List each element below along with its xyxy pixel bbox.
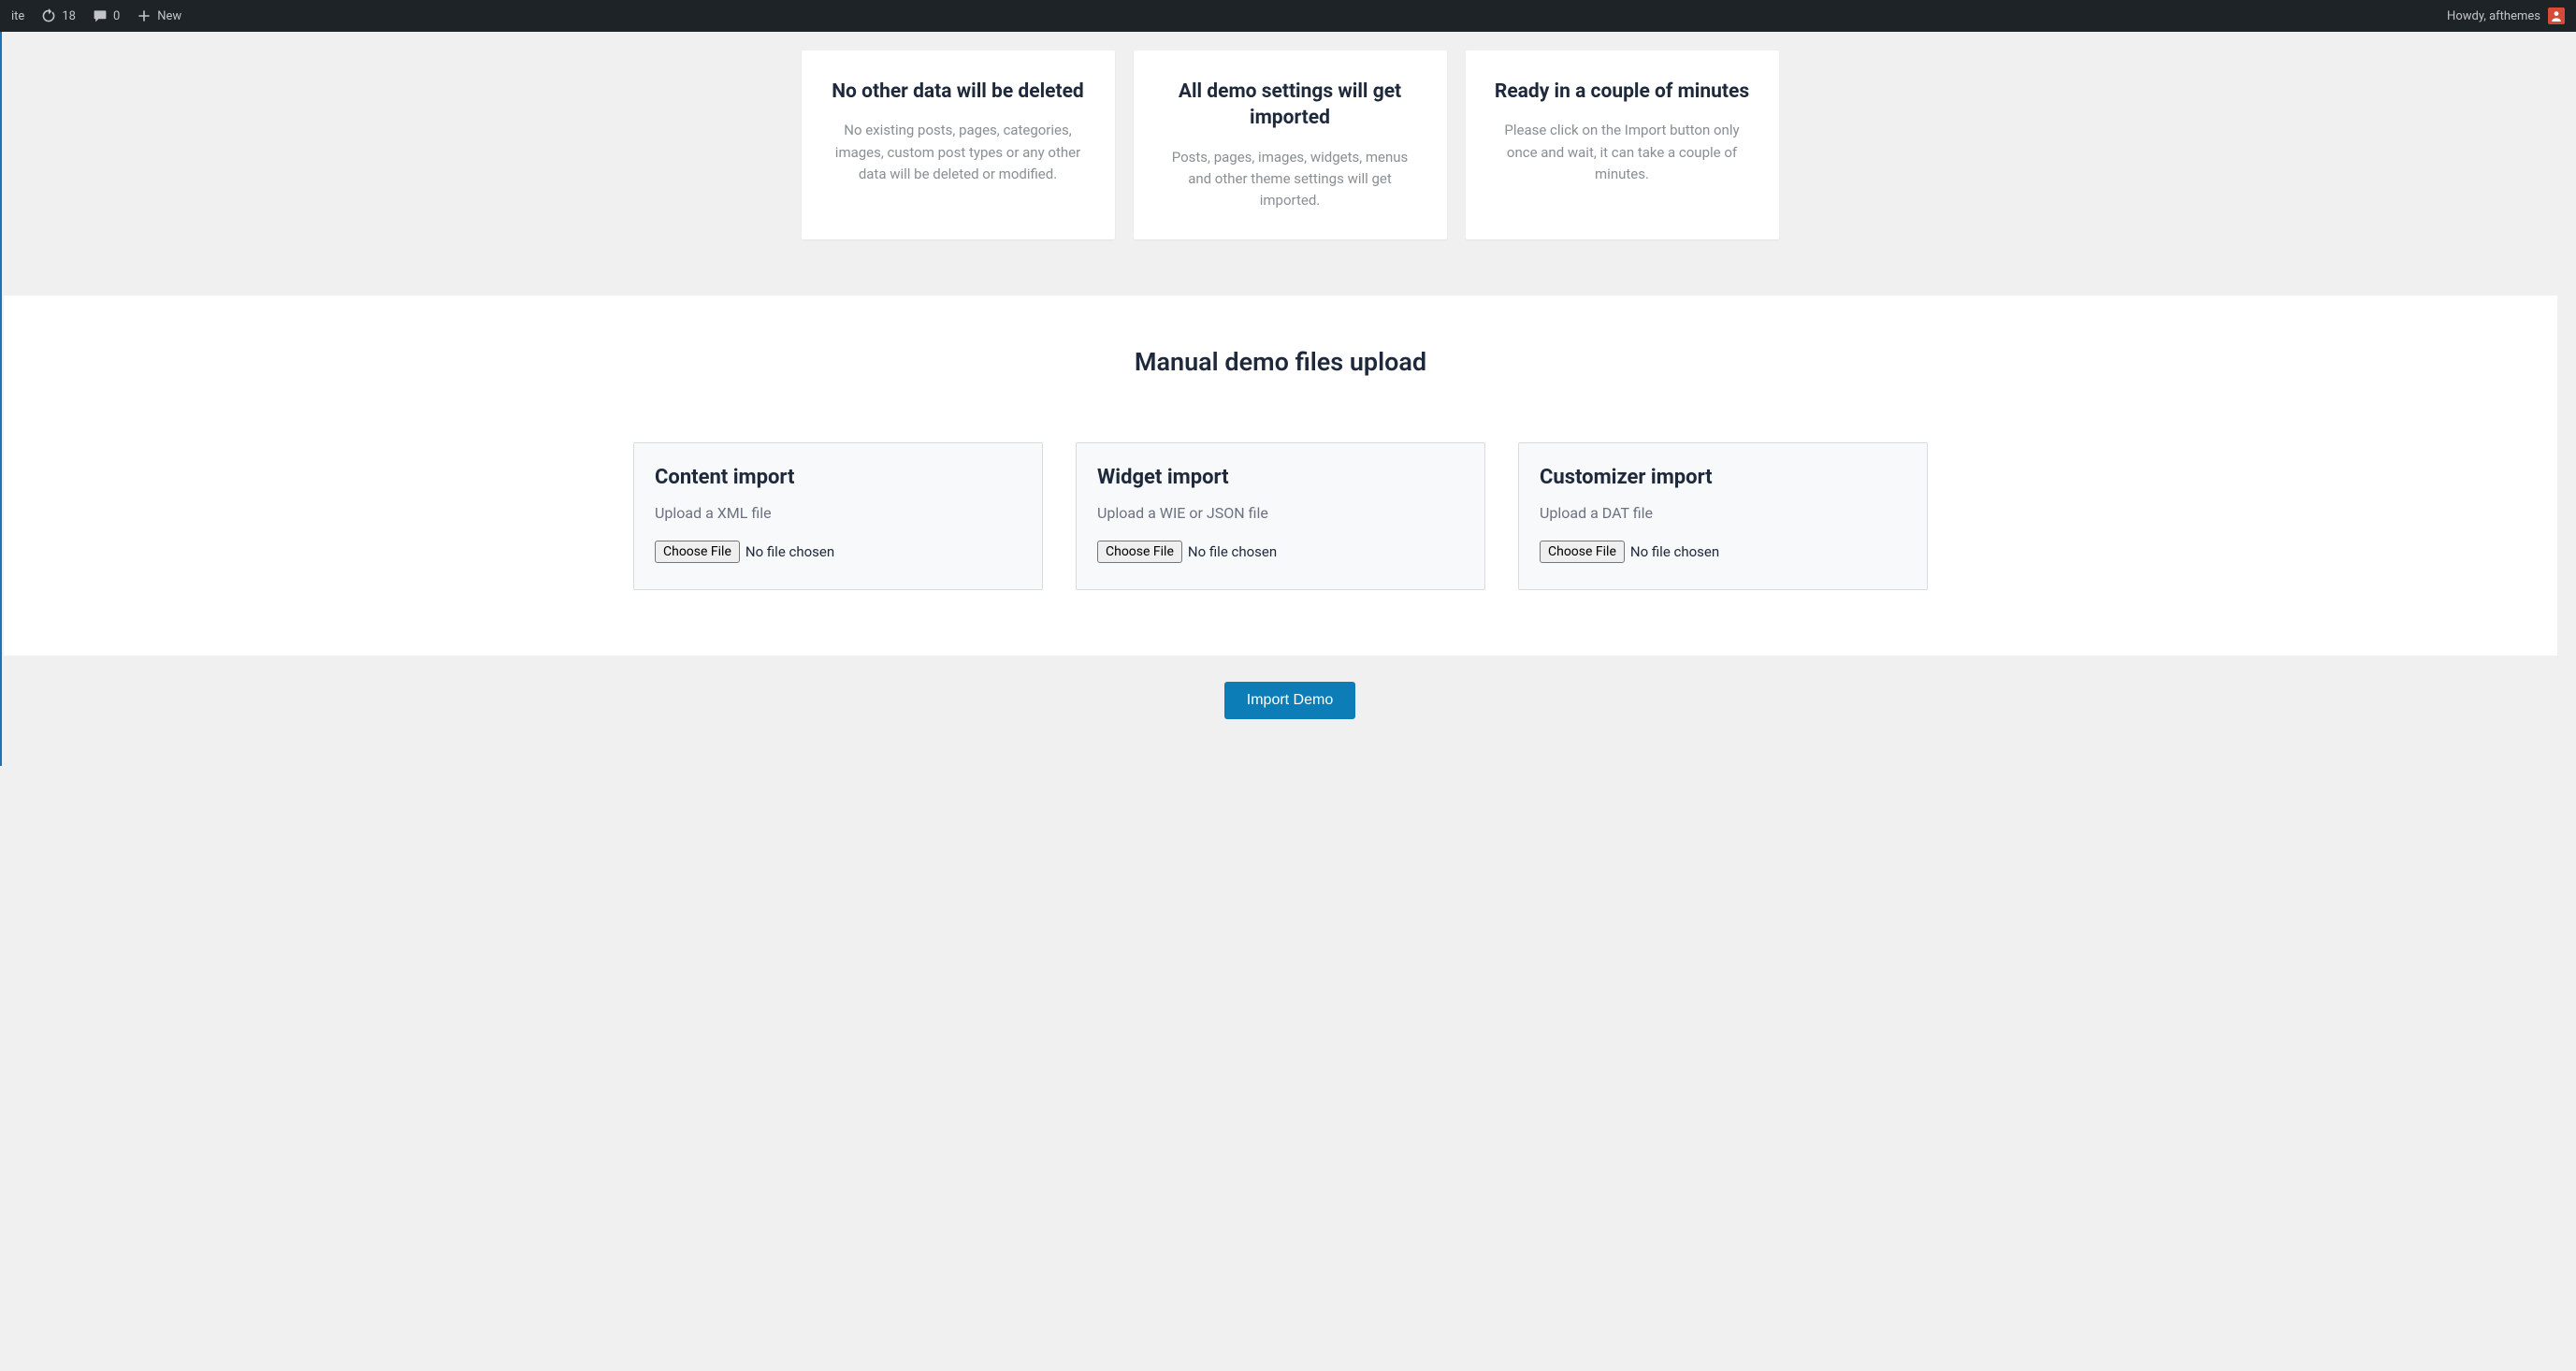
info-card-desc: Please click on the Import button only o… — [1492, 120, 1753, 185]
plus-icon — [137, 8, 152, 23]
admin-bar-new[interactable]: New — [137, 8, 181, 23]
upload-card-widget: Widget import Upload a WIE or JSON file … — [1076, 442, 1485, 590]
upload-section: Manual demo files upload Content import … — [4, 296, 2557, 656]
upload-card-hint: Upload a DAT file — [1540, 504, 1906, 522]
upload-cards-row: Content import Upload a XML file Choose … — [55, 442, 2506, 590]
import-demo-button[interactable]: Import Demo — [1224, 682, 1355, 719]
file-input-row: Choose File No file chosen — [1540, 541, 1906, 563]
choose-file-button[interactable]: Choose File — [655, 541, 740, 563]
upload-card-title: Content import — [655, 466, 1021, 489]
admin-bar-right[interactable]: Howdy, afthemes — [2447, 7, 2565, 24]
file-input-row: Choose File No file chosen — [655, 541, 1021, 563]
info-card-title: All demo settings will get imported — [1160, 79, 1421, 132]
info-card-title: No other data will be deleted — [828, 79, 1089, 105]
file-status: No file chosen — [745, 543, 834, 560]
upload-card-hint: Upload a XML file — [655, 504, 1021, 522]
howdy-text: Howdy, afthemes — [2447, 9, 2540, 23]
update-icon — [41, 8, 56, 23]
info-cards-row: No other data will be deleted No existin… — [4, 32, 2576, 296]
import-button-wrap: Import Demo — [4, 656, 2576, 766]
info-card-no-delete: No other data will be deleted No existin… — [802, 51, 1115, 239]
upload-section-title: Manual demo files upload — [55, 347, 2506, 377]
comments-count: 0 — [113, 9, 120, 23]
info-card-desc: Posts, pages, images, widgets, menus and… — [1160, 147, 1421, 212]
admin-bar-site[interactable]: ite — [11, 9, 24, 23]
admin-bar-comments[interactable]: 0 — [93, 8, 120, 23]
content-wrap: No other data will be deleted No existin… — [0, 32, 2576, 766]
file-status: No file chosen — [1188, 543, 1277, 560]
upload-card-title: Widget import — [1097, 466, 1464, 489]
new-label: New — [157, 9, 181, 23]
admin-bar: ite 18 0 New Howdy, afthemes — [0, 0, 2576, 32]
admin-bar-updates[interactable]: 18 — [41, 8, 76, 23]
admin-bar-left: ite 18 0 New — [11, 8, 181, 23]
file-status: No file chosen — [1630, 543, 1719, 560]
upload-card-hint: Upload a WIE or JSON file — [1097, 504, 1464, 522]
avatar — [2548, 7, 2565, 24]
file-input-row: Choose File No file chosen — [1097, 541, 1464, 563]
info-card-ready: Ready in a couple of minutes Please clic… — [1466, 51, 1779, 239]
info-card-desc: No existing posts, pages, categories, im… — [828, 120, 1089, 185]
info-card-settings: All demo settings will get imported Post… — [1134, 51, 1447, 239]
site-label-fragment: ite — [11, 9, 24, 23]
avatar-icon — [2551, 10, 2562, 22]
choose-file-button[interactable]: Choose File — [1540, 541, 1625, 563]
updates-count: 18 — [62, 9, 76, 23]
comment-icon — [93, 8, 108, 23]
info-card-title: Ready in a couple of minutes — [1492, 79, 1753, 105]
choose-file-button[interactable]: Choose File — [1097, 541, 1182, 563]
upload-card-content: Content import Upload a XML file Choose … — [633, 442, 1043, 590]
upload-card-customizer: Customizer import Upload a DAT file Choo… — [1518, 442, 1928, 590]
upload-card-title: Customizer import — [1540, 466, 1906, 489]
